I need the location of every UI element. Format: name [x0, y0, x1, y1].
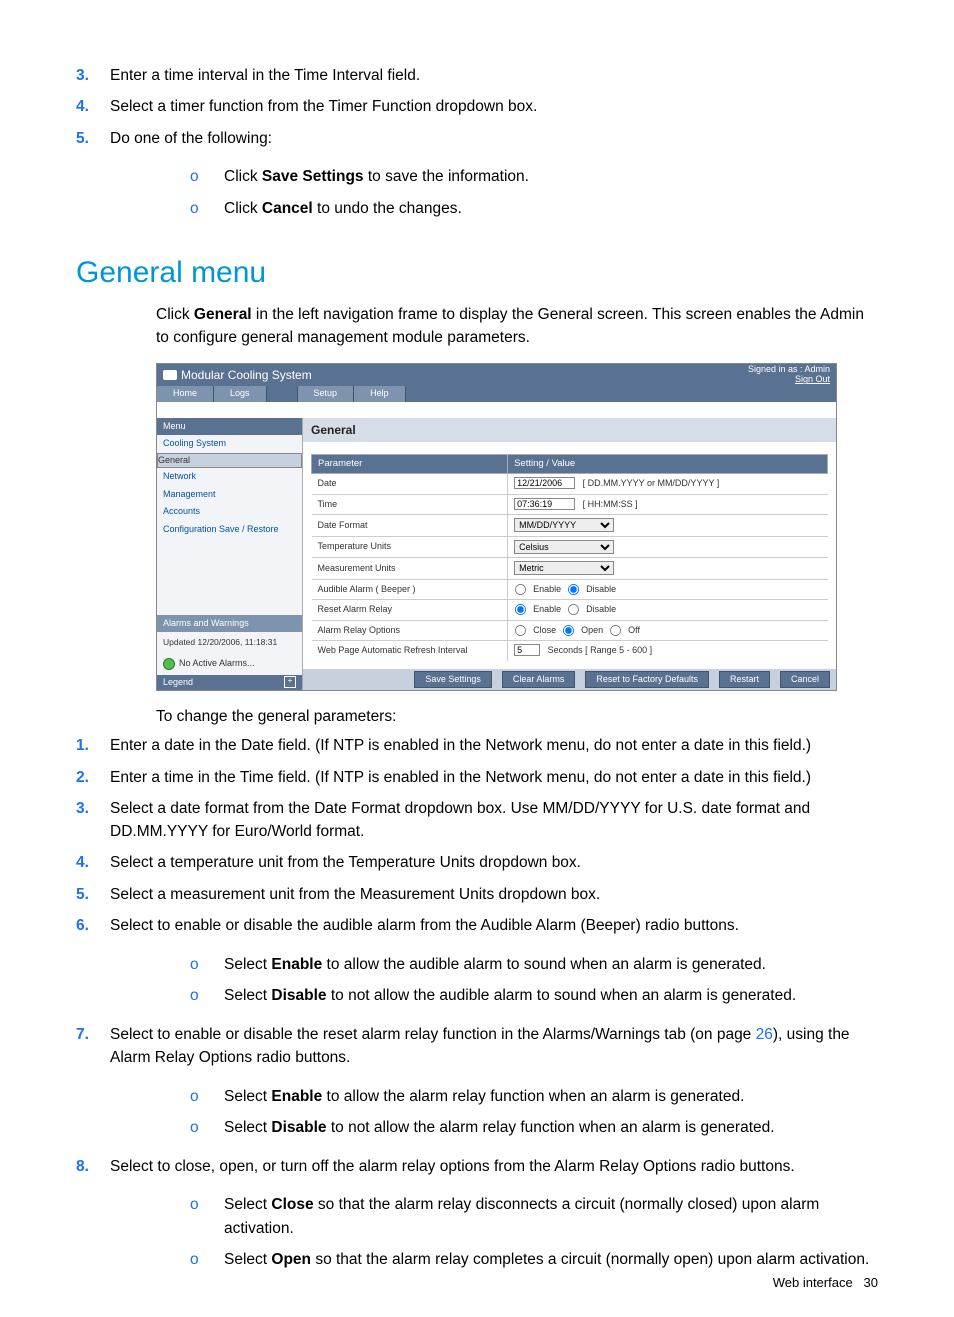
time-hint: [ HH:MM:SS ] [583, 499, 638, 509]
page-footer: Web interface 30 [773, 1273, 878, 1293]
th-value: Setting / Value [508, 454, 828, 473]
step-3: Enter a time interval in the Time Interv… [110, 64, 878, 87]
gs-6: Select to enable or disable the audible … [110, 914, 878, 937]
nav-cooling[interactable]: Cooling System [157, 435, 302, 453]
tab-logs[interactable]: Logs [214, 386, 267, 402]
temp-units-select[interactable]: Celsius [514, 540, 614, 554]
step-num: 5. [76, 127, 110, 150]
meas-units-select[interactable]: Metric [514, 561, 614, 575]
relay-open-radio[interactable] [563, 625, 574, 636]
after-shot: To change the general parameters: [156, 705, 878, 728]
step-5: Do one of the following: [110, 127, 878, 150]
refresh-hint: Seconds [ Range 5 - 600 ] [548, 645, 653, 655]
sub-5a: Click Save Settings to save the informat… [224, 165, 878, 188]
gs-5: Select a measurement unit from the Measu… [110, 883, 878, 906]
status-ok-icon [163, 658, 175, 670]
row-beeper-label: Audible Alarm ( Beeper ) [312, 579, 508, 600]
nav-config[interactable]: Configuration Save / Restore [157, 521, 302, 539]
hp-logo-icon [163, 370, 177, 380]
sub-6: oSelect Enable to allow the audible alar… [190, 953, 878, 1008]
step-4: Select a timer function from the Timer F… [110, 95, 878, 118]
sub-8: oSelect Close so that the alarm relay di… [190, 1193, 878, 1271]
gs-3: Select a date format from the Date Forma… [110, 797, 878, 844]
beeper-disable-radio[interactable] [568, 584, 579, 595]
top-steps: 3.Enter a time interval in the Time Inte… [76, 64, 878, 150]
gs-1: Enter a date in the Date field. (If NTP … [110, 734, 878, 757]
date-format-select[interactable]: MM/DD/YYYY [514, 518, 614, 532]
restart-button[interactable]: Restart [719, 671, 770, 689]
row-time-label: Time [312, 494, 508, 515]
parameter-table: Parameter Setting / Value Date [ DD.MM.Y… [311, 454, 828, 661]
sub-7: oSelect Enable to allow the alarm relay … [190, 1085, 878, 1140]
tab-help[interactable]: Help [354, 386, 406, 402]
row-relay-label: Alarm Relay Options [312, 620, 508, 641]
reset-enable-radio[interactable] [515, 604, 526, 615]
gs-4: Select a temperature unit from the Tempe… [110, 851, 878, 874]
row-refresh-label: Web Page Automatic Refresh Interval [312, 641, 508, 661]
app-titlebar: Modular Cooling System Signed in as : Ad… [157, 364, 836, 386]
section-heading: General menu [76, 250, 878, 295]
expand-icon[interactable]: + [284, 676, 296, 688]
th-parameter: Parameter [312, 454, 508, 473]
gs-2: Enter a time in the Time field. (If NTP … [110, 766, 878, 789]
alarms-header: Alarms and Warnings [157, 615, 302, 633]
date-hint: [ DD.MM.YYYY or MM/DD/YYYY ] [583, 478, 720, 488]
page-link[interactable]: 26 [756, 1026, 773, 1043]
button-row: Save Settings Clear Alarms Reset to Fact… [303, 669, 836, 691]
row-format-label: Date Format [312, 515, 508, 537]
row-tunit-label: Temperature Units [312, 536, 508, 558]
sub-steps-5: oClick Save Settings to save the informa… [190, 165, 878, 220]
bullet-icon: o [190, 197, 224, 220]
row-munit-label: Measurement Units [312, 558, 508, 580]
tab-home[interactable]: Home [157, 386, 214, 402]
change-steps: 1.Enter a date in the Date field. (If NT… [76, 734, 878, 937]
cancel-button[interactable]: Cancel [780, 671, 830, 689]
sidebar: Menu Cooling System General Network Mana… [157, 418, 303, 690]
sub-5b: Click Cancel to undo the changes. [224, 197, 878, 220]
reset-disable-radio[interactable] [568, 604, 579, 615]
nav-management[interactable]: Management [157, 486, 302, 504]
save-settings-button[interactable]: Save Settings [414, 671, 492, 689]
app-title: Modular Cooling System [181, 366, 312, 384]
menubar: Home Logs Setup Help [157, 386, 836, 402]
screenshot: Modular Cooling System Signed in as : Ad… [156, 363, 837, 691]
step-num: 3. [76, 64, 110, 87]
gs-7: Select to enable or disable the reset al… [110, 1023, 878, 1070]
tab-setup[interactable]: Setup [297, 386, 355, 402]
page-title: General [303, 418, 836, 442]
menu-header: Menu [157, 418, 302, 436]
relay-off-radio[interactable] [610, 625, 621, 636]
user-status: Signed in as : Admin Sign Out [748, 365, 830, 385]
updated-text: Updated 12/20/2006, 11:18:31 [157, 632, 302, 653]
refresh-input[interactable] [514, 644, 540, 656]
active-alarms: No Active Alarms... [157, 653, 302, 675]
nav-network[interactable]: Network [157, 468, 302, 486]
sign-out-link[interactable]: Sign Out [748, 375, 830, 385]
beeper-enable-radio[interactable] [515, 584, 526, 595]
row-reset-label: Reset Alarm Relay [312, 600, 508, 621]
reset-defaults-button[interactable]: Reset to Factory Defaults [585, 671, 709, 689]
row-date-label: Date [312, 474, 508, 495]
step-num: 4. [76, 95, 110, 118]
gs-8: Select to close, open, or turn off the a… [110, 1155, 878, 1178]
time-input[interactable] [514, 498, 575, 510]
legend-bar[interactable]: Legend + [157, 675, 302, 691]
clear-alarms-button[interactable]: Clear Alarms [502, 671, 576, 689]
relay-close-radio[interactable] [515, 625, 526, 636]
nav-general[interactable]: General [157, 453, 302, 469]
bullet-icon: o [190, 165, 224, 188]
nav-accounts[interactable]: Accounts [157, 503, 302, 521]
date-input[interactable] [514, 477, 575, 489]
intro-para: Click General in the left navigation fra… [156, 303, 878, 350]
